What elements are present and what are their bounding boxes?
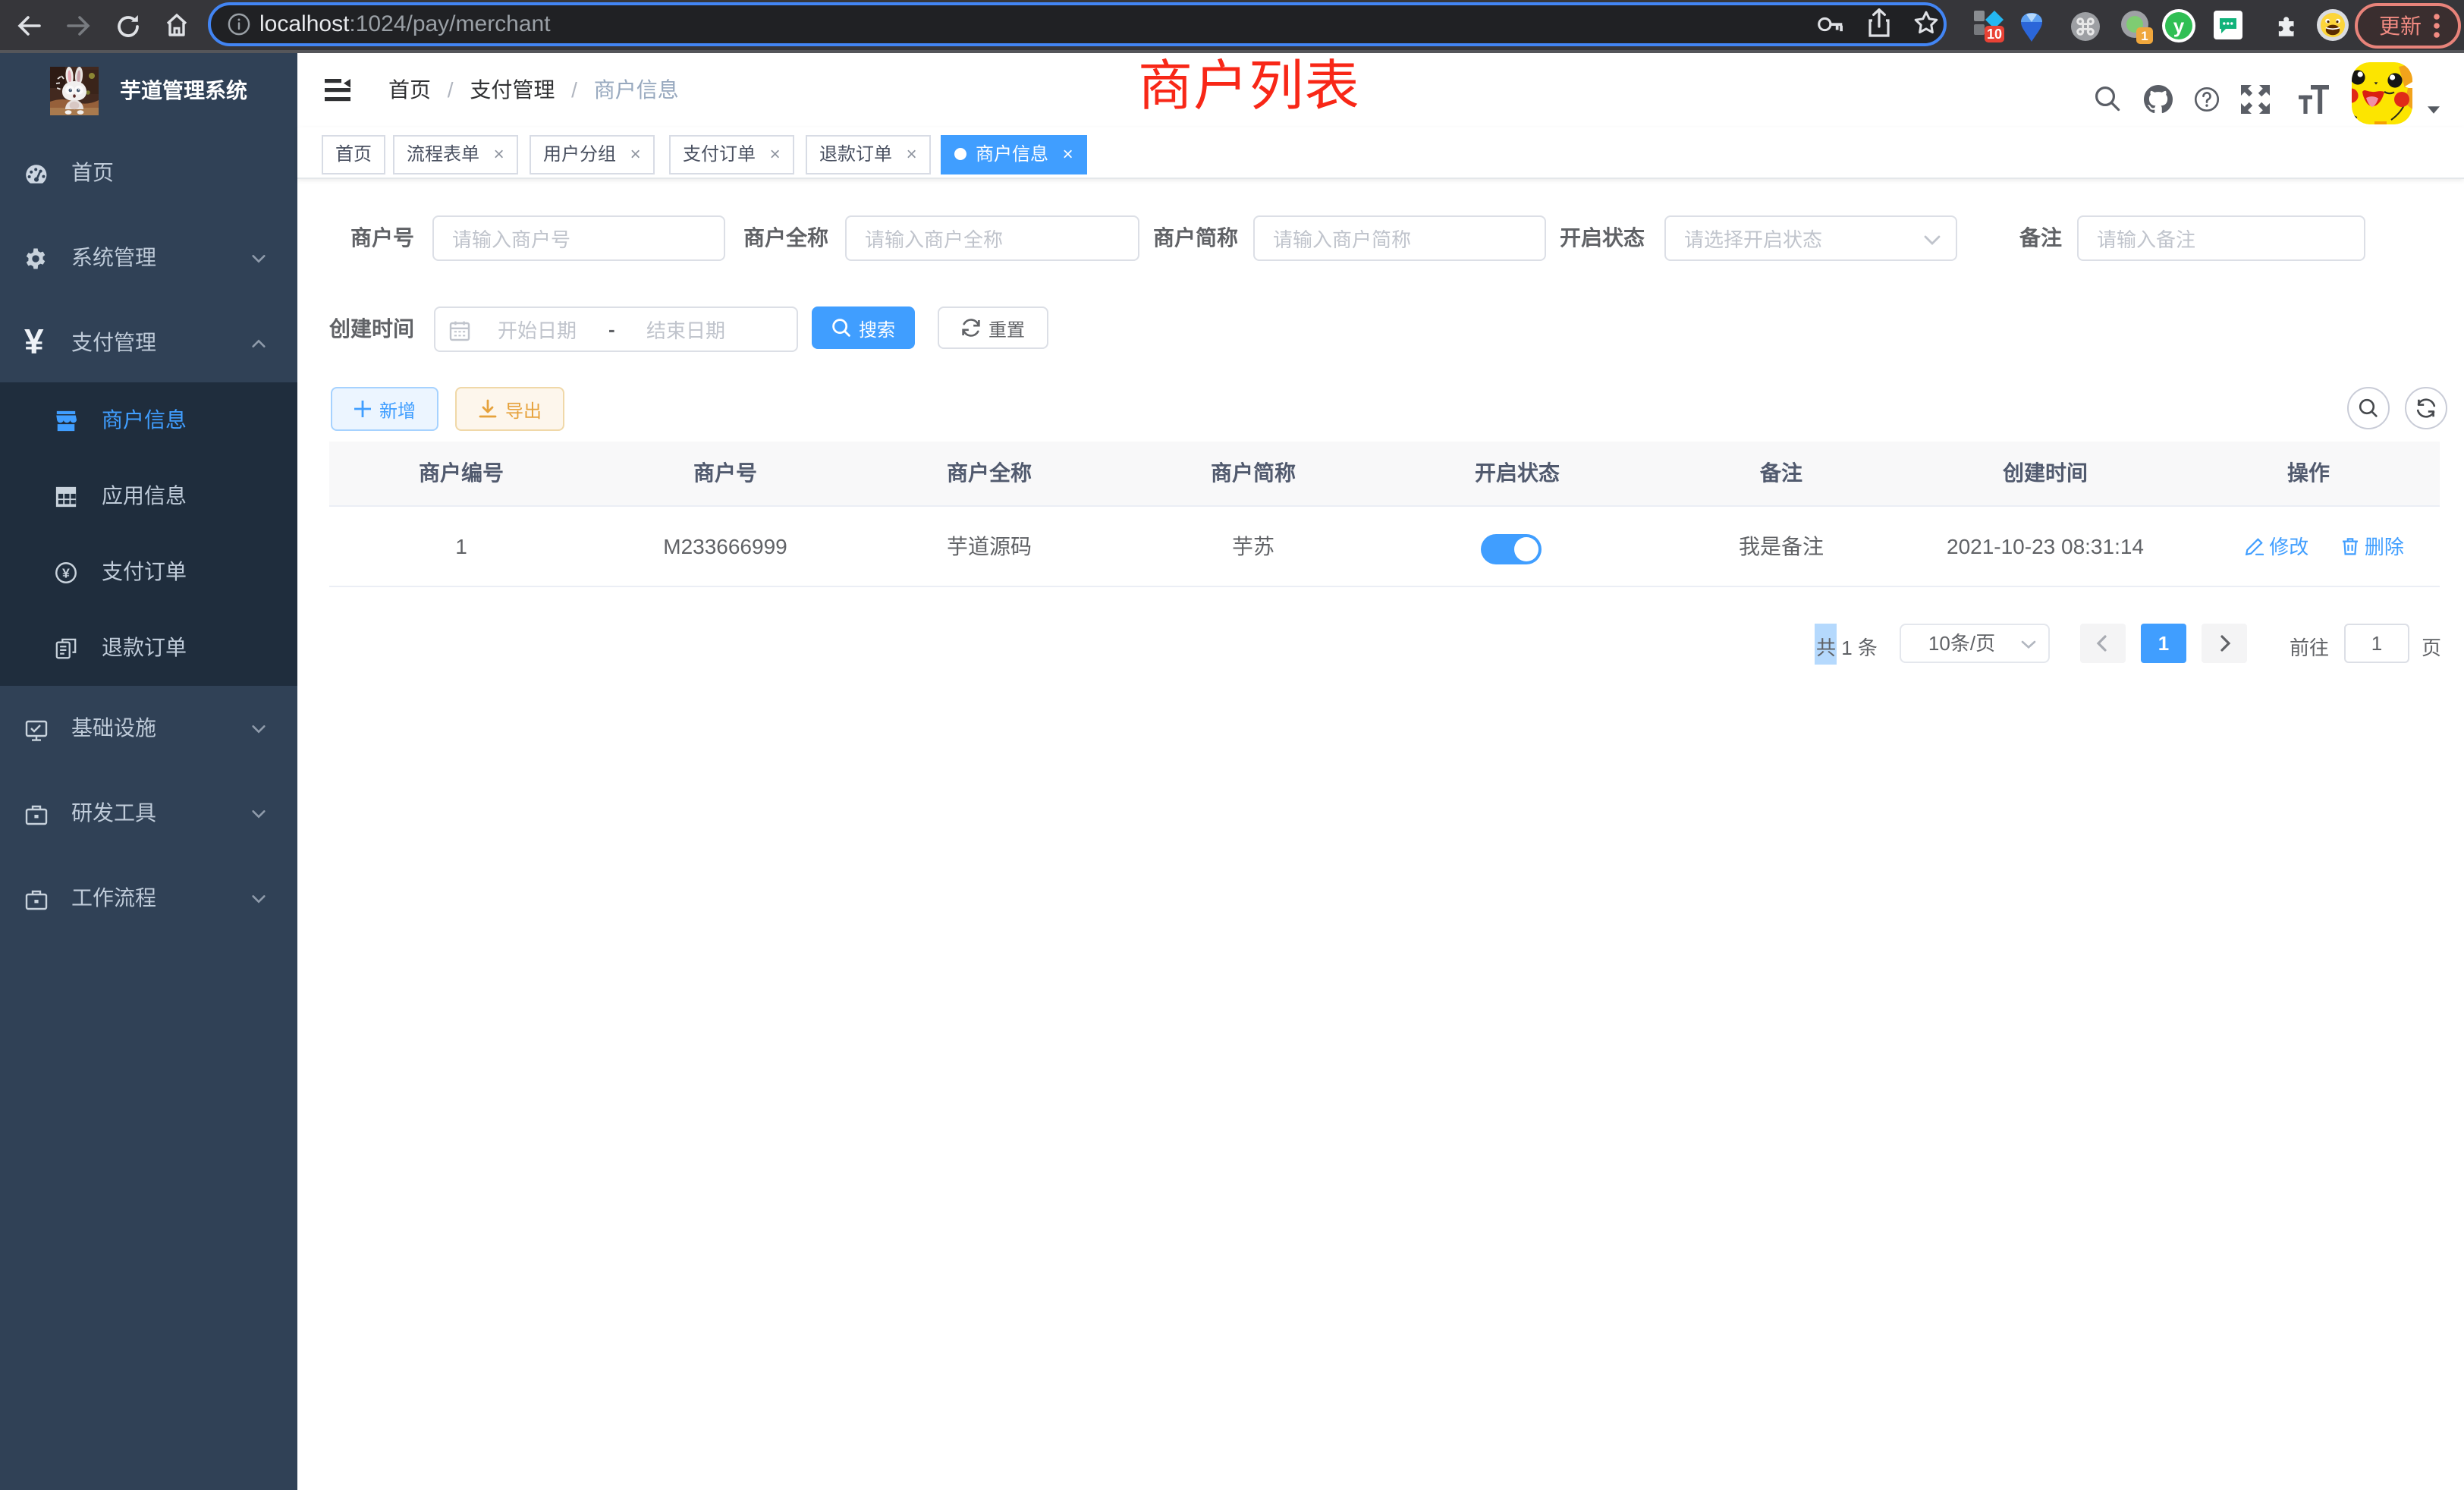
svg-text:10: 10 [1987,27,2002,42]
svg-text:¥: ¥ [62,565,70,580]
svg-text:1: 1 [2141,29,2148,43]
